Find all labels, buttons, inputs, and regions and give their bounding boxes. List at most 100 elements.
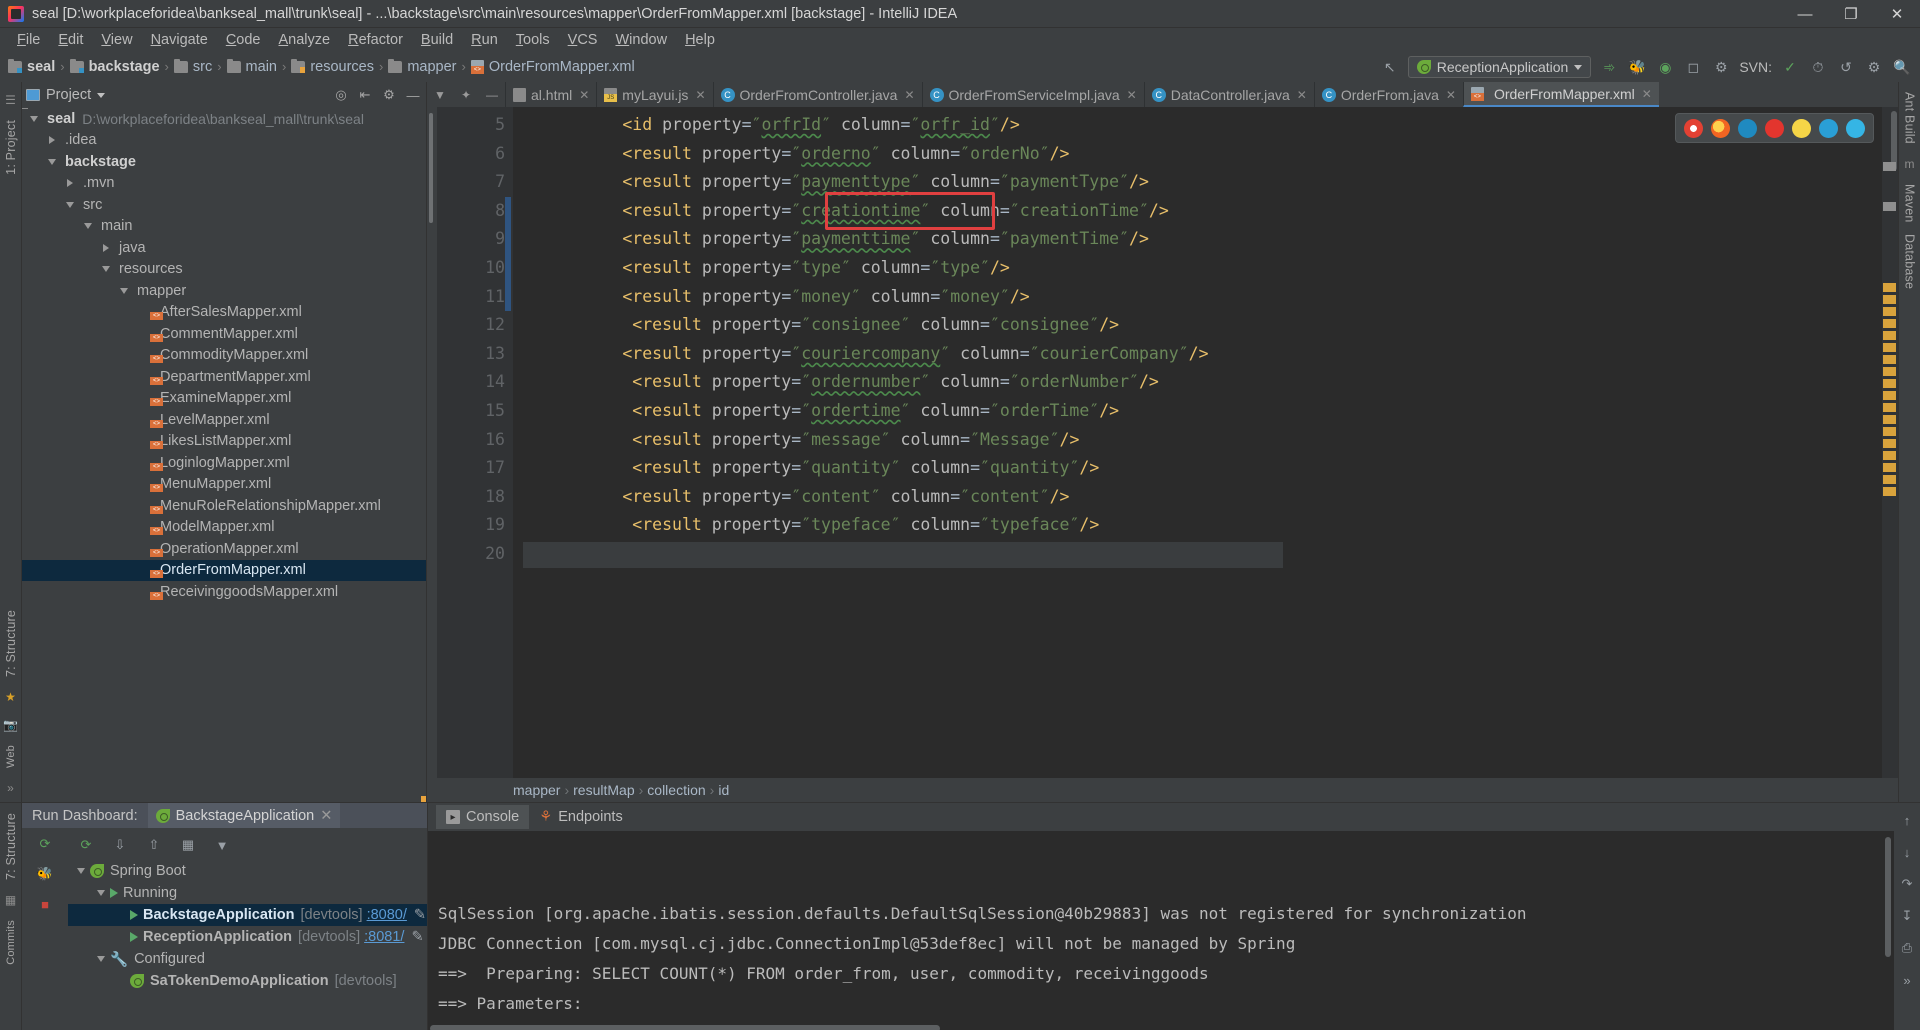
tree-node[interactable]: AfterSalesMapper.xml xyxy=(22,302,426,324)
editor-tab-datacontroller-java[interactable]: DataController.java ✕ xyxy=(1143,82,1314,107)
tree-node[interactable]: seal D:\workplaceforidea\bankseal_mall\tr… xyxy=(22,108,426,130)
editor-tab-orderfrom-java[interactable]: OrderFrom.java ✕ xyxy=(1313,82,1463,107)
navigation-bar[interactable]: seal › backstage › src › main › resources › mapper… xyxy=(0,52,1920,82)
group-by-icon[interactable]: ▦ xyxy=(178,835,198,855)
chevron-down-icon[interactable] xyxy=(48,158,56,165)
close-tab-icon[interactable]: ✕ xyxy=(579,88,589,102)
menu-item-build[interactable]: Build xyxy=(412,29,462,51)
console-horizontal-scrollbar[interactable] xyxy=(430,1025,940,1030)
code-line[interactable]: <result property=″message″ column=″Messa… xyxy=(513,426,1882,455)
browser-preview-popup[interactable] xyxy=(1675,113,1874,143)
nav-crumb-resources[interactable]: resources xyxy=(289,59,376,75)
minimize-button[interactable]: — xyxy=(1782,0,1828,28)
print-icon[interactable]: ⎙ xyxy=(1898,939,1916,957)
tree-node[interactable]: CommentMapper.xml xyxy=(22,323,426,345)
run-dashboard-content[interactable]: ⟳ 🐝 ■ ⟳ ⇩ ⇧ ▦ ▼ Spring Boot Running Backst… xyxy=(22,828,427,1030)
window-controls[interactable]: — ❐ ✕ xyxy=(1782,0,1920,28)
code-line[interactable]: <result property=″paymenttime″ column=″p… xyxy=(513,225,1882,254)
run-dashboard-right-rail[interactable]: ↑ ↓ ↷ ↧ ⎙ » xyxy=(1894,803,1920,1030)
settings-gear-icon[interactable]: ⚙ xyxy=(1864,57,1884,77)
run-dashboard-left[interactable]: Run Dashboard: BackstageApplication ✕ ⟳ … xyxy=(22,803,427,1030)
back-arrow-icon[interactable]: ↖ xyxy=(1380,57,1400,77)
more-actions-icon[interactable]: » xyxy=(1898,971,1916,989)
code-line[interactable]: <result property=″quantity″ column=″quan… xyxy=(513,454,1882,483)
nav-crumb-mapper[interactable]: mapper xyxy=(386,59,458,75)
error-stripe-marker[interactable] xyxy=(1883,307,1896,316)
tree-node-selected[interactable]: OrderFromMapper.xml xyxy=(22,559,426,581)
collapse-tabs-icon[interactable]: — xyxy=(479,82,505,107)
right-tool-rail[interactable]: Ant Build m Maven Database xyxy=(1898,82,1920,802)
tree-node[interactable]: OperationMapper.xml xyxy=(22,538,426,560)
editor-tab-orderfromserviceimpl-java[interactable]: OrderFromServiceImpl.java ✕ xyxy=(921,82,1144,107)
tool-button-ant-build[interactable]: Ant Build xyxy=(1903,86,1917,150)
run-dashboard-header[interactable]: Run Dashboard: BackstageApplication ✕ xyxy=(22,803,427,828)
menu-item-run[interactable]: Run xyxy=(462,29,507,51)
tool-button-project[interactable]: 1: Project xyxy=(4,114,18,181)
run-dashboard-tool-window[interactable]: 7: Structure ▦ Commits Run Dashboard: Ba… xyxy=(0,802,1920,1030)
ie-browser-icon[interactable] xyxy=(1846,118,1865,138)
tool-button-commits[interactable]: Commits xyxy=(5,914,17,971)
error-stripe-marker[interactable] xyxy=(1883,391,1896,400)
chevron-right-icon[interactable] xyxy=(67,179,73,188)
run-dashboard-row-port[interactable]: :8080/ xyxy=(367,907,407,923)
favorites-star-icon[interactable]: ★ xyxy=(3,689,19,705)
vcs-history-icon[interactable]: ⏱ xyxy=(1808,57,1828,77)
vcs-update-icon[interactable]: ✓ xyxy=(1780,57,1800,77)
close-tab-icon[interactable]: ✕ xyxy=(1297,88,1307,102)
run-dashboard-row[interactable]: 🔧 Configured xyxy=(68,948,427,970)
editor-tab-mylayui-js[interactable]: myLayui.js ✕ xyxy=(596,82,712,107)
error-stripe-marker[interactable] xyxy=(1883,475,1896,484)
close-tab-icon[interactable]: ✕ xyxy=(1446,88,1456,102)
run-with-coverage-button[interactable]: ◉ xyxy=(1655,57,1675,77)
error-stripe-marker[interactable] xyxy=(1883,331,1896,340)
console-scrollbar-thumb[interactable] xyxy=(1885,837,1891,957)
run-dashboard-toolbar[interactable]: ⟳ ⇩ ⇧ ▦ ▼ xyxy=(68,830,427,860)
project-panel-header[interactable]: Project ◎ ⇤ ⚙ — xyxy=(22,82,426,108)
main-toolbar-right[interactable]: ↖ ReceptionApplication ➾ 🐝 ◉ ◻ ⚙ SVN: ✓ … xyxy=(1380,52,1920,82)
tool-button-maven[interactable]: Maven xyxy=(1903,178,1917,229)
console-tab-endpoints[interactable]: ⚘ Endpoints xyxy=(529,805,633,829)
code-line[interactable]: <result property=″creationtime″ column=″… xyxy=(513,197,1882,226)
nav-crumb-seal[interactable]: seal xyxy=(6,59,57,75)
run-dashboard-tree-area[interactable]: ⟳ ⇩ ⇧ ▦ ▼ Spring Boot Running BackstageApp… xyxy=(68,828,427,1030)
project-tool-window[interactable]: Project ◎ ⇤ ⚙ — seal D:\workplaceforidea\… xyxy=(22,82,427,802)
tree-node[interactable]: src xyxy=(22,194,426,216)
run-dashboard-row-selected[interactable]: BackstageApplication [devtools]:8080/ ✎ xyxy=(68,904,427,926)
chevron-down-icon[interactable] xyxy=(66,201,74,208)
code-lines[interactable]: <id property=″orfrId″ column=″orfr_id″/>… xyxy=(513,111,1882,569)
scroll-from-source-icon[interactable]: ◎ xyxy=(332,86,350,104)
tree-node[interactable]: mapper xyxy=(22,280,426,302)
console-tab-bar[interactable]: ▸ Console ⚘ Endpoints xyxy=(428,803,1894,831)
collapse-all-icon[interactable]: ⇧ xyxy=(144,835,164,855)
chevron-down-icon[interactable] xyxy=(77,868,85,874)
chevron-down-icon[interactable] xyxy=(97,956,105,962)
menu-item-edit[interactable]: Edit xyxy=(49,29,92,51)
restart-icon[interactable]: ⟳ xyxy=(76,835,96,855)
editor-tab-bar[interactable]: ▼ ✦ — al.html✕myLayui.js✕OrderFromContro… xyxy=(427,82,1898,107)
play-icon[interactable] xyxy=(130,910,138,920)
editor-tabs[interactable]: al.html✕myLayui.js✕OrderFromController.j… xyxy=(505,82,1659,107)
tool-button-database[interactable]: Database xyxy=(1903,228,1917,295)
run-dashboard-vertical-toolbar[interactable]: ⟳ 🐝 ■ xyxy=(22,828,68,1030)
code-line[interactable]: <result property=″typeface″ column=″type… xyxy=(513,511,1882,540)
code-line[interactable]: <result property=″consignee″ column=″con… xyxy=(513,311,1882,340)
run-configuration-selector[interactable]: ReceptionApplication xyxy=(1407,56,1592,78)
error-stripe-marker[interactable] xyxy=(1883,319,1896,328)
nav-crumb-orderfrommapper-xml[interactable]: OrderFromMapper.xml xyxy=(469,59,637,75)
code-line[interactable]: <result property=″orderno″ column=″order… xyxy=(513,140,1882,169)
close-tab-icon[interactable]: ✕ xyxy=(695,88,705,102)
error-stripe-marker[interactable] xyxy=(1883,439,1896,448)
error-stripe-marker[interactable] xyxy=(1883,343,1896,352)
editor-error-stripe[interactable] xyxy=(1882,107,1898,778)
modules-icon[interactable]: ▦ xyxy=(3,892,19,908)
pin-tab-icon[interactable]: ✦ xyxy=(453,82,479,107)
menu-item-code[interactable]: Code xyxy=(217,29,270,51)
code-line[interactable]: <result property=″paymenttype″ column=″p… xyxy=(513,168,1882,197)
code-breadcrumb-resultmap[interactable]: resultMap xyxy=(573,782,634,798)
code-line[interactable]: <result property=″ordertime″ column=″ord… xyxy=(513,397,1882,426)
editor-viewport[interactable]: 5 6 7 8 9 10 11 12 13 14 15 16 17 18 19 20 <id property… xyxy=(427,107,1898,778)
menu-item-analyze[interactable]: Analyze xyxy=(270,29,340,51)
code-line[interactable]: <result property=″content″ column=″conte… xyxy=(513,483,1882,512)
error-stripe-marker[interactable] xyxy=(1883,403,1896,412)
search-icon[interactable]: 🔍 xyxy=(1892,57,1912,77)
